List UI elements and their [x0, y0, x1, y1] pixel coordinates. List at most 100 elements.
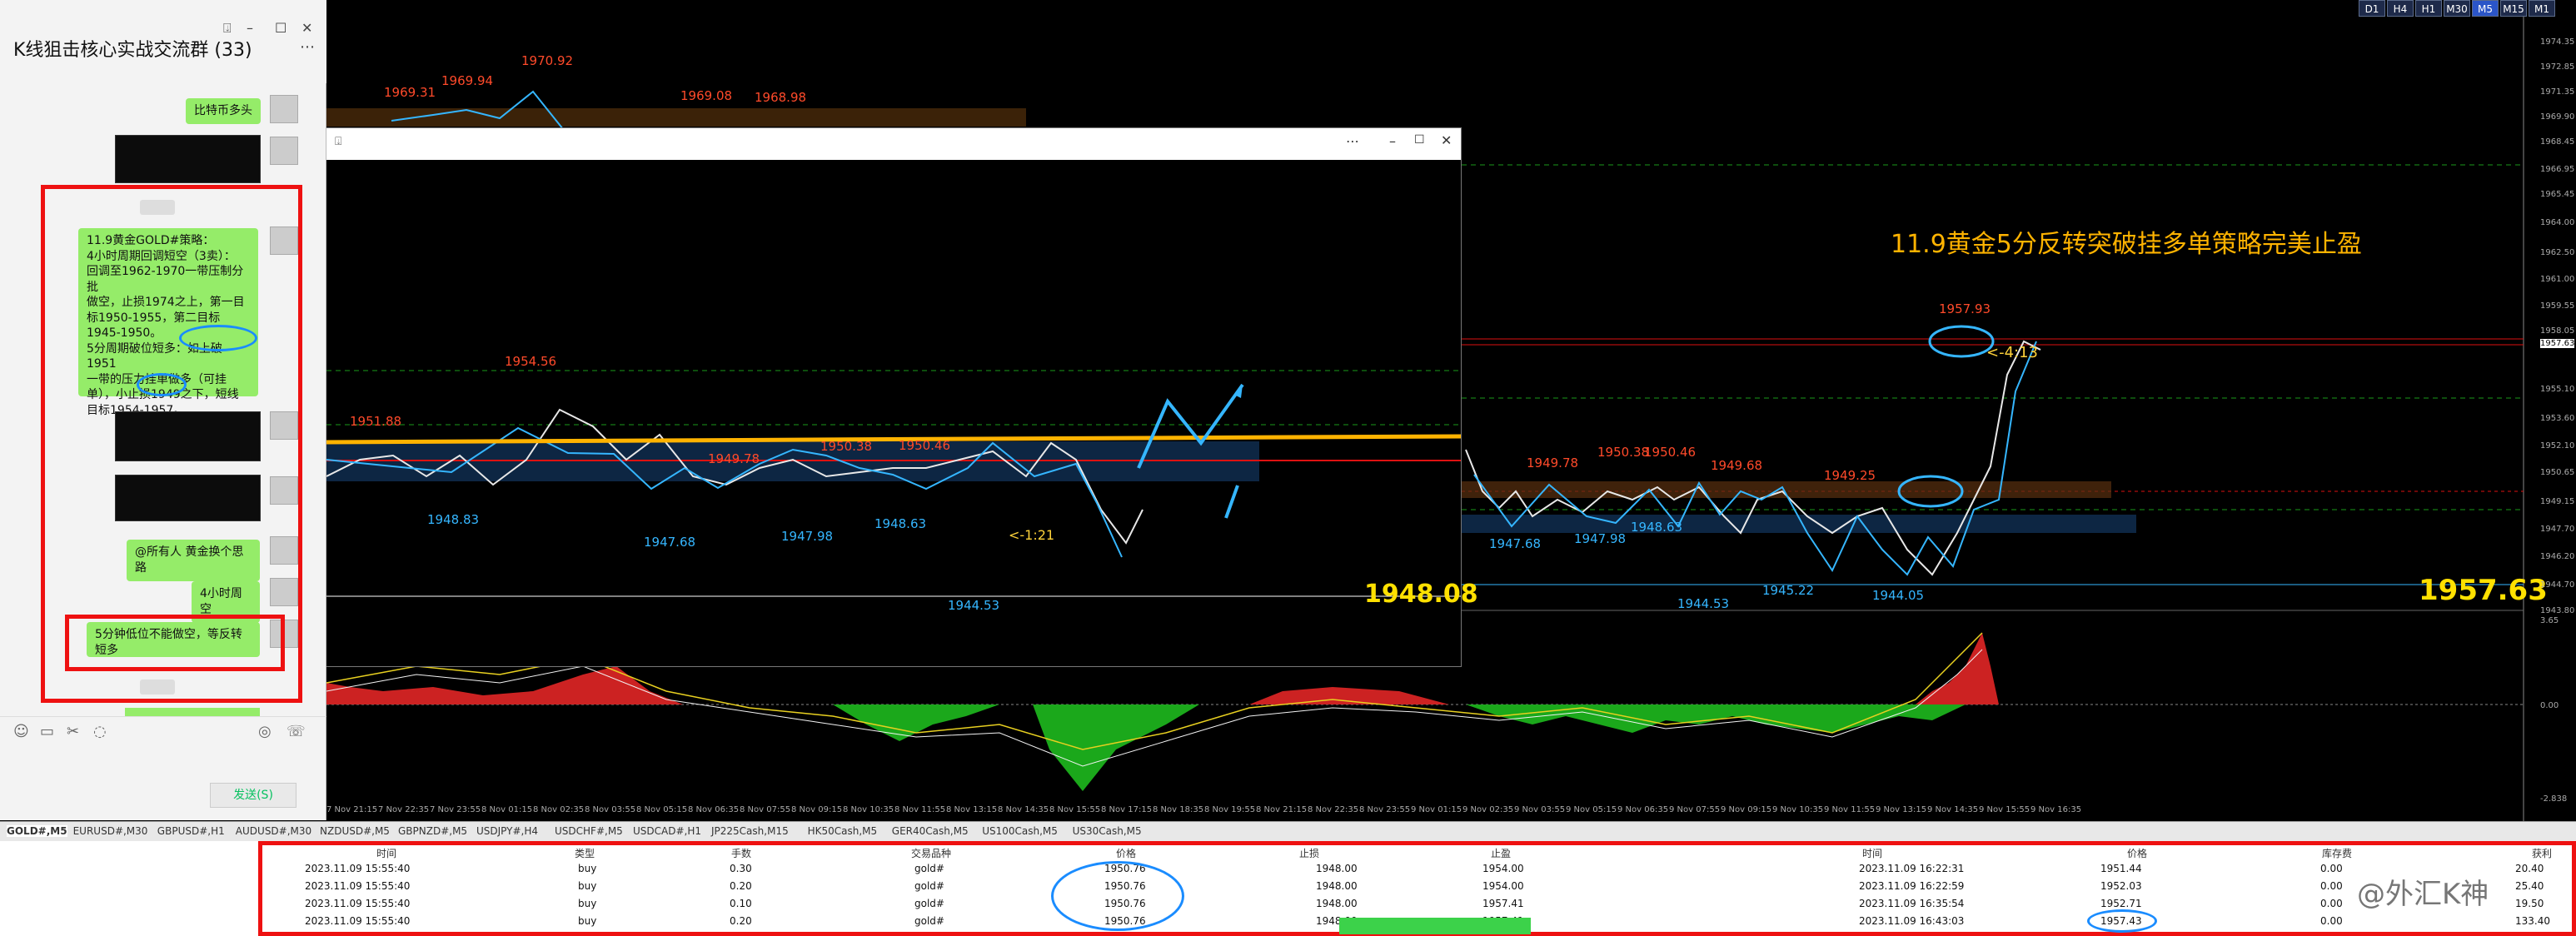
time-tick: 8 Nov 01:15 — [481, 805, 533, 814]
avatar[interactable] — [270, 137, 298, 165]
timeframe-m1[interactable]: M1 — [2529, 0, 2555, 17]
price-tick: 1949.15 — [2540, 497, 2575, 506]
maximize-icon[interactable]: ☐ — [275, 20, 286, 36]
symbol-tab[interactable]: AUDUSD#,M30 — [236, 825, 311, 837]
timeframe-m5[interactable]: M5 — [2472, 0, 2499, 17]
column-header[interactable]: 库存费 — [2322, 846, 2352, 860]
column-header[interactable]: 交易品种 — [911, 846, 951, 860]
more-icon[interactable]: ⋯ — [300, 38, 315, 56]
strategy-headline: 11.9黄金5分反转突破挂多单策略完美止盈 — [1891, 230, 2362, 259]
time-tick: 7 Nov 23:55 — [430, 805, 481, 814]
symbol-tab[interactable]: US100Cash,M5 — [982, 825, 1058, 837]
pin-icon[interactable]: ⍗ — [223, 20, 232, 37]
symbol-tab[interactable]: US30Cash,M5 — [1073, 825, 1142, 837]
phone-icon[interactable]: ☏ — [286, 723, 306, 740]
price-tick: 1974.35 — [2540, 37, 2575, 47]
timeframe-d1[interactable]: D1 — [2359, 0, 2385, 17]
symbol-tab[interactable]: GOLD#,M5 — [7, 825, 67, 837]
video-icon[interactable]: ◎ — [258, 723, 272, 740]
timeframe-m15[interactable]: M15 — [2500, 0, 2527, 17]
sub-blue-label-4: 1948.63 — [874, 516, 927, 531]
symbol-tab[interactable]: GBPNZD#,M5 — [398, 825, 467, 837]
circle-annotation — [1051, 861, 1184, 931]
main-red-label-1: 1949.78 — [1527, 456, 1579, 470]
price-tick: 1950.65 — [2540, 468, 2575, 477]
close-icon[interactable]: ✕ — [1441, 132, 1452, 148]
timeframe-h1[interactable]: H1 — [2415, 0, 2442, 17]
message-1: 比特币多头 — [186, 98, 261, 124]
chart-thumbnail[interactable] — [115, 135, 261, 183]
column-header[interactable]: 手数 — [731, 846, 751, 860]
column-header[interactable]: 类型 — [575, 846, 595, 860]
table-row[interactable]: 2023.11.09 15:55:40 buy 0.10 gold# 1950.76 19… — [0, 896, 2576, 913]
symbol-tab[interactable]: NZDUSD#,M5 — [320, 825, 390, 837]
price-tick: -2.838 — [2540, 794, 2568, 804]
symbol-tab[interactable]: EURUSD#,M30 — [73, 825, 148, 837]
more-icon[interactable]: ⋯ — [1346, 133, 1359, 149]
countdown-sub: <-1:21 — [1009, 527, 1055, 543]
column-header[interactable]: 获利 — [2532, 846, 2552, 860]
table-cell: 0.00 — [2320, 880, 2343, 892]
symbol-tab[interactable]: GBPUSD#,H1 — [157, 825, 225, 837]
table-cell: 19.50 — [2515, 898, 2544, 909]
price-tick: 1947.70 — [2540, 525, 2575, 534]
symbol-tab[interactable]: HK50Cash,M5 — [808, 825, 878, 837]
symbol-tab[interactable]: USDJPY#,H4 — [476, 825, 538, 837]
time-tick: 9 Nov 14:35 — [1927, 805, 1979, 814]
table-cell: buy — [578, 863, 597, 874]
table-cell: buy — [578, 915, 597, 927]
time-tick: 9 Nov 15:55 — [1979, 805, 2030, 814]
avatar[interactable] — [270, 95, 298, 123]
symbol-tab[interactable]: GER40Cash,M5 — [892, 825, 969, 837]
sub-chart-window: ⍗ ⋯ – ☐ ✕ 1951.88 1954.56 1949.78 1950.3… — [326, 127, 1478, 667]
time-tick: 8 Nov 22:35 — [1308, 805, 1359, 814]
price-tick: 1957.63 — [2540, 339, 2575, 348]
minimize-icon[interactable]: – — [247, 20, 253, 36]
minimize-icon[interactable]: – — [1389, 133, 1396, 149]
table-cell: 2023.11.09 16:35:54 — [1859, 898, 1965, 909]
countdown-main: <-4:13 — [1986, 344, 2038, 361]
main-red-label-3: 1950.46 — [1644, 445, 1697, 460]
emoji-icon[interactable]: ☺ — [13, 723, 29, 740]
table-row[interactable]: 2023.11.09 15:55:40 buy 0.20 gold# 1950.76 19… — [0, 879, 2576, 895]
pin-icon[interactable]: ⍗ — [335, 135, 341, 148]
scissors-icon[interactable]: ✂ — [67, 723, 79, 740]
timeframe-h4[interactable]: H4 — [2387, 0, 2414, 17]
table-cell: 1957.41 — [1482, 898, 1524, 909]
sub-blue-label-3: 1947.98 — [781, 529, 834, 544]
chat-bubble-icon[interactable]: ◌ — [93, 723, 107, 740]
timeframe-m30[interactable]: M30 — [2444, 0, 2470, 17]
column-header[interactable]: 止盈 — [1491, 846, 1511, 860]
price-tick: 1965.45 — [2540, 190, 2575, 199]
circle-annotation — [2087, 909, 2157, 933]
time-tick: 8 Nov 15:55 — [1049, 805, 1101, 814]
time-tick: 9 Nov 11:55 — [1824, 805, 1876, 814]
price-tick: 1955.10 — [2540, 385, 2575, 394]
symbol-tab[interactable]: JP225Cash,M15 — [711, 825, 789, 837]
price-tick: 1972.85 — [2540, 62, 2575, 72]
current-price-left: 1948.08 — [1364, 580, 1478, 609]
time-tick: 9 Nov 13:15 — [1876, 805, 1927, 814]
maximize-icon[interactable]: ☐ — [1414, 133, 1425, 147]
sub-blue-label-2: 1947.68 — [644, 535, 696, 550]
main-blue-label-3: 1948.63 — [1631, 520, 1683, 535]
time-tick: 9 Nov 10:35 — [1772, 805, 1824, 814]
column-header[interactable]: 止损 — [1299, 846, 1319, 860]
send-button[interactable]: 发送(S) — [210, 783, 296, 808]
symbol-tab[interactable]: USDCAD#,H1 — [633, 825, 701, 837]
close-icon[interactable]: ✕ — [301, 20, 312, 36]
folder-icon[interactable]: ▭ — [40, 723, 54, 740]
price-tick: 1968.45 — [2540, 137, 2575, 147]
column-header[interactable]: 价格 — [2127, 846, 2147, 860]
table-row[interactable]: 2023.11.09 15:55:40 buy 0.20 gold# 1950.76 19… — [0, 914, 2576, 930]
table-cell: 2023.11.09 15:55:40 — [305, 880, 411, 892]
table-row[interactable]: 2023.11.09 15:55:40 buy 0.30 gold# 1950.76 19… — [0, 861, 2576, 878]
price-tick: 1962.50 — [2540, 248, 2575, 257]
column-header[interactable]: 时间 — [376, 846, 396, 860]
table-cell: 0.00 — [2320, 863, 2343, 874]
column-header[interactable]: 价格 — [1116, 846, 1136, 860]
chat-titlebar: ⍗ – ☐ ✕ K线狙击核心实战交流群 (33) ⋯ — [0, 0, 326, 83]
column-header[interactable]: 时间 — [1862, 846, 1882, 860]
timeframe-toolbar: D1 H4 H1 M30 M5 M15 M1 — [2342, 0, 2576, 18]
symbol-tab[interactable]: USDCHF#,M5 — [555, 825, 623, 837]
